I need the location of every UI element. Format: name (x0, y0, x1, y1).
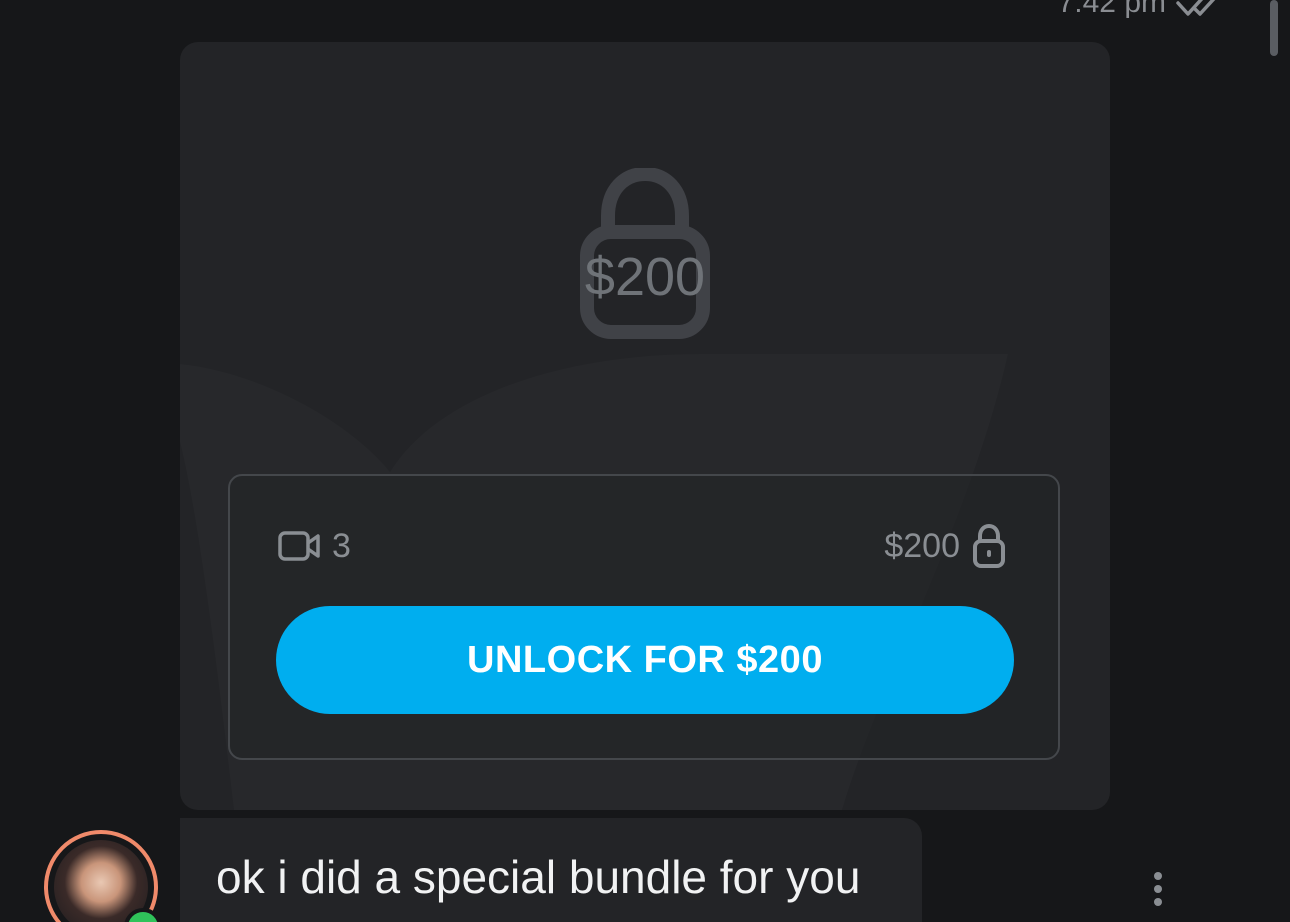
overlay-price: $200 (584, 247, 706, 307)
scrollbar[interactable] (1270, 0, 1278, 56)
double-check-icon (1176, 0, 1216, 16)
media-count: 3 (332, 526, 351, 565)
message-time: 7:42 pm (1057, 0, 1166, 19)
video-camera-icon (278, 531, 320, 561)
price-group: $200 (884, 524, 1006, 568)
media-count-group: 3 (278, 527, 351, 566)
padlock-icon (973, 524, 1005, 568)
media-price: $200 (884, 526, 960, 565)
message-text: ok i did a special bundle for you (216, 851, 861, 903)
unlock-button[interactable]: UNLOCK FOR $200 (276, 606, 1014, 714)
media-info-row: 3 $200 (278, 524, 1006, 568)
unlock-info-box: 3 $200 UNLOCK FOR $200 (228, 474, 1060, 760)
more-vertical-icon[interactable] (1152, 870, 1164, 910)
chat-screen: 7:42 pm $200 3 $200 UNLOCK FOR $200 ok i… (0, 0, 1290, 922)
message-bubble[interactable]: ok i did a special bundle for you (180, 818, 922, 922)
locked-media-card[interactable]: $200 3 $200 UNLOCK FOR $200 (180, 42, 1110, 810)
message-meta: 7:42 pm (1058, 0, 1228, 20)
